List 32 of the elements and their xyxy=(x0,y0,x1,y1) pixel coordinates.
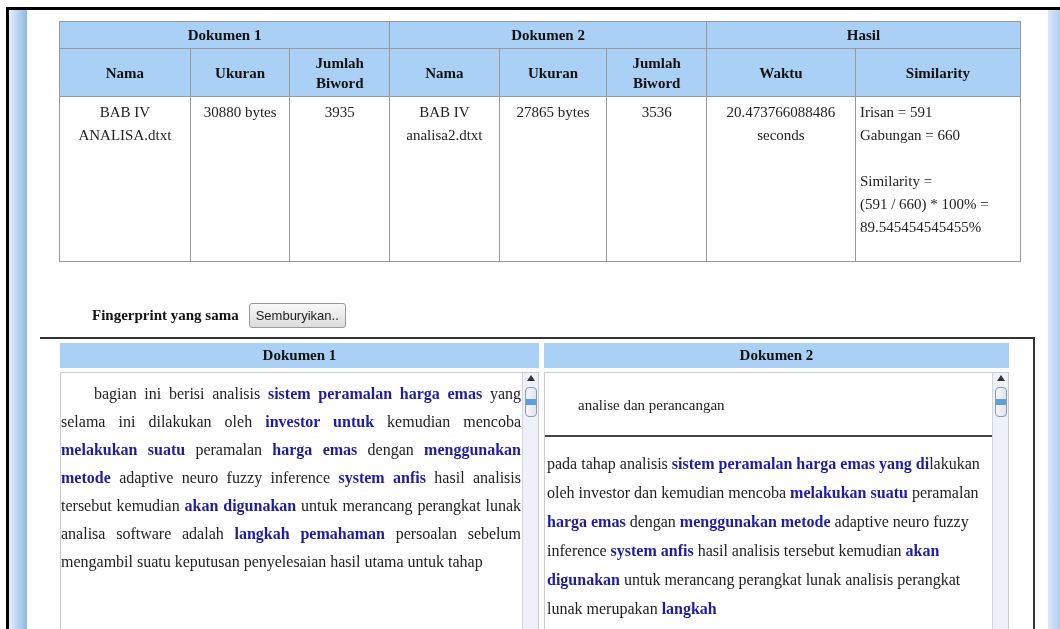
table-cell: BAB IV analisa2.dtxt xyxy=(389,96,500,262)
group-header: Dokumen 2 xyxy=(389,21,707,49)
scroll-thumb[interactable] xyxy=(994,387,1007,417)
table-cell: 3536 xyxy=(606,96,707,262)
scrollbar[interactable] xyxy=(992,373,1008,629)
group-header: Hasil xyxy=(706,21,1021,49)
hide-button[interactable]: Semburyikan.. xyxy=(248,303,346,328)
table-cell: 27865 bytes xyxy=(499,96,607,262)
column-header: Ukuran xyxy=(499,48,607,97)
table-cell: 20.473766088486 seconds xyxy=(706,96,856,262)
scroll-up-arrow-icon[interactable] xyxy=(526,375,535,381)
column-header: Waktu xyxy=(706,48,856,97)
table-cell: 30880 bytes xyxy=(190,96,290,262)
document-header: Dokumen 2 xyxy=(544,343,1009,368)
column-header: Ukuran xyxy=(190,48,290,97)
column-header: Jumlah Biword xyxy=(606,48,707,97)
scrollbar[interactable] xyxy=(522,373,538,629)
table-cell: BAB IV ANALISA.dtxt xyxy=(59,96,191,262)
group-header: Dokumen 1 xyxy=(59,21,390,49)
section-heading: analise dan perancangan xyxy=(578,397,725,413)
column-header: Jumlah Biword xyxy=(289,48,390,97)
column-header: Nama xyxy=(389,48,500,97)
document-text: pada tahap analisis sistem peramalan harga emas yang dilakukan oleh investor dan kemudian mencoba melakukan suatu peramalan harga emas dengan menggunakan metode adaptive neuro fuzzy inference system anfis hasil analisis tersebut kemudian akan digunakan untuk merancang perangkat lunak analisis perangkat lunak merupakan langkah xyxy=(546,454,981,620)
document-header: Dokumen 1 xyxy=(60,343,539,368)
column-header: Nama xyxy=(59,48,191,97)
scroll-up-arrow-icon[interactable] xyxy=(996,375,1005,381)
table-cell: Irisan = 591 Gabungan = 660 Similarity = (591 / 660) * 100% = 89.545454545455% xyxy=(855,96,1021,262)
column-header: Similarity xyxy=(855,48,1021,97)
table-cell: 3935 xyxy=(289,96,390,262)
scroll-thumb[interactable] xyxy=(524,387,537,417)
fingerprint-label: Fingerprint yang sama xyxy=(92,306,239,326)
document-text: bagian ini berisi analisis sistem peramalan harga emas yang selama ini dilakukan oleh investor untuk kemudian mencoba melakukan suatu peramalan harga emas dengan menggunakan metode adaptive neuro fuzzy inference system anfis hasil analisis tersebut kemudian akan digunakan untuk merancang perangkat lunak analisa software adalah langkah pemahaman persoalan sebelum mengambil suatu keputusan penyelesaian hasil utama untuk tahap xyxy=(61,384,522,573)
